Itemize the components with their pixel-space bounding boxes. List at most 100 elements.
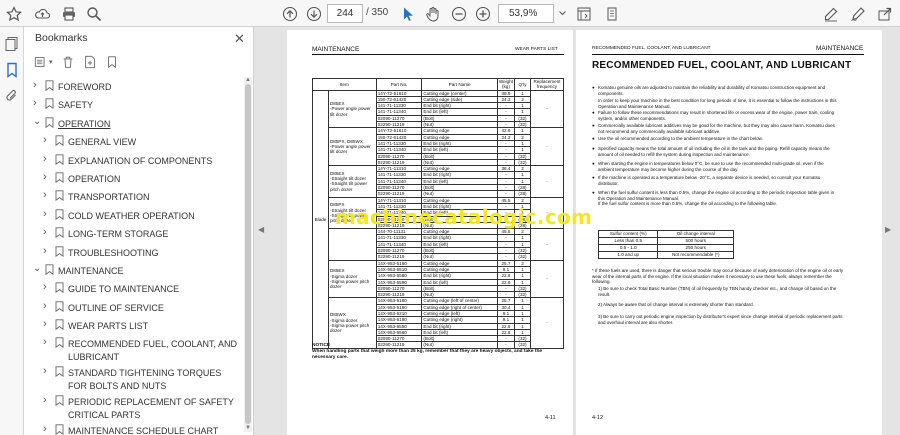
bookmark-item[interactable]: ⌄ OPERATION [24,114,242,132]
bullet-dot-icon: ● [592,161,595,166]
table-row: 0.5 - 1.0 250 hours [597,244,734,252]
bookmark-item[interactable]: ⌄ MAINTENANCE [24,261,242,279]
share-icon[interactable] [876,3,894,24]
hand-tool-icon[interactable] [424,3,442,24]
bookmark-item[interactable]: › FOREWORD [24,77,242,95]
bookmark-item[interactable]: › TROUBLESHOOTING [24,243,242,261]
collapsed-chevron-icon[interactable]: › [43,337,51,348]
bookmark-star-icon[interactable] [6,3,22,24]
close-panel-icon[interactable]: ✕ [234,31,245,47]
collapsed-chevron-icon[interactable]: › [43,366,51,377]
bookmark-icon [45,80,54,91]
collapsed-chevron-icon[interactable]: › [43,135,51,146]
page-layout-icon[interactable] [575,3,593,24]
collapsed-chevron-icon[interactable]: › [43,153,51,164]
column-header: Item [312,78,377,91]
collapsed-chevron-icon[interactable]: › [43,245,51,256]
bookmark-item[interactable]: › OUTLINE OF SERVICE [24,298,242,316]
attachments-paperclip-icon[interactable] [4,88,20,104]
right-page-section: RECOMMENDED FUEL, COOLANT, AND LUBRICANT [592,46,711,51]
collapsed-chevron-icon[interactable]: › [43,300,51,311]
upload-cloud-icon[interactable] [33,3,51,24]
bookmark-icon [45,264,54,275]
table-cell: 0.5 - 1.0 [597,244,659,252]
bookmark-item[interactable]: › GENERAL VIEW [24,132,242,150]
model-cell: D85EX -Straight tilt dozer -Straight tilt … [327,165,377,198]
bookmark-item[interactable]: › LONG-TERM STORAGE [24,224,242,242]
bookmarks-toolbar: ▾ [34,54,119,70]
bookmark-options-icon[interactable]: ▾ [34,55,53,69]
bullet-dot-icon: ● [592,146,595,151]
zoom-out-icon[interactable] [450,3,468,24]
annotate-pen-icon[interactable] [822,3,840,24]
bookmark-tag-icon[interactable] [105,55,119,69]
search-icon[interactable] [85,3,103,24]
bookmark-item[interactable]: › PERIODIC REPLACEMENT OF SAFETY CRITICAL … [24,392,242,421]
bookmark-label: SAFETY [58,100,94,111]
bookmark-label: EXPLANATION OF COMPONENTS [68,155,213,166]
right-page-header: MAINTENANCE [816,45,864,52]
sulfur-table: Sulfur content (%) Oil change interval Les… [597,230,734,259]
scroll-down-icon[interactable]: ▼ [245,425,251,431]
collapsed-chevron-icon[interactable]: › [43,227,51,238]
bookmark-item[interactable]: › EXPLANATION OF COMPONENTS [24,151,242,169]
bookmarks-panel-icon[interactable] [4,62,20,78]
new-bookmark-icon[interactable] [83,55,97,69]
frequency-cell: - [529,259,565,299]
collapsed-chevron-icon[interactable]: › [43,282,51,293]
scrollbar-thumb[interactable] [245,84,251,424]
bookmark-label: TRANSPORTATION [68,192,150,203]
zoom-in-icon[interactable] [474,3,492,24]
collapse-right-icon[interactable]: ▶ [885,225,891,234]
bookmark-item[interactable]: › GUIDE TO MAINTENANCE [24,279,242,297]
collapsed-chevron-icon[interactable]: › [43,319,51,330]
zoom-level-input[interactable]: 53,9% [498,4,554,23]
bullet-text: Commercially available lubricant additiv… [598,123,835,134]
collapse-left-icon[interactable]: ◀ [258,225,264,234]
bookmark-item[interactable]: › COLD WEATHER OPERATION [24,206,242,224]
collapsed-chevron-icon[interactable]: › [43,190,51,201]
page-thumbnails-icon[interactable] [4,36,20,52]
bookmark-item[interactable]: › OPERATION [24,169,242,187]
table-row: Less than 0.5 500 hours [597,237,734,245]
bookmark-icon [55,282,64,294]
notice-text: When handling parts that weigh more than… [312,349,543,360]
previous-page-icon[interactable] [281,3,299,24]
bookmark-icon [55,135,64,147]
bookmark-icon [55,227,64,239]
collapsed-chevron-icon[interactable]: › [43,395,51,406]
column-header: Sulfur content (%) [597,230,659,238]
bookmark-label: GENERAL VIEW [68,137,137,148]
zoom-dropdown-icon[interactable] [558,7,567,19]
bookmark-label: STANDARD TIGHTENING TORQUES FOR BOLTS AND… [68,368,222,391]
table-cell: Less than 0.5 [597,237,659,245]
bookmark-item[interactable]: › RECOMMENDED FUEL, COOLANT, AND LUBRICANT [24,334,242,363]
expanded-chevron-icon[interactable]: ⌄ [33,263,41,274]
collapsed-chevron-icon[interactable]: › [33,80,41,91]
page-number-input[interactable]: 244 [327,4,363,23]
collapsed-chevron-icon[interactable]: › [43,208,51,219]
bullet-dot-icon: ● [592,85,595,90]
collapsed-chevron-icon[interactable]: › [33,98,41,109]
scroll-mode-icon[interactable] [603,3,621,24]
print-icon[interactable] [60,3,78,24]
sign-pen-icon[interactable] [849,3,867,24]
bookmark-item[interactable]: › MAINTENANCE SCHEDULE CHART [24,421,242,435]
bookmark-icon [55,245,64,257]
delete-bookmark-icon[interactable] [61,55,75,69]
bookmark-item[interactable]: › TRANSPORTATION [24,187,242,205]
bullet-dot-icon: ● [592,136,595,141]
bookmark-item[interactable]: › WEAR PARTS LIST [24,316,242,334]
collapsed-chevron-icon[interactable]: › [43,171,51,182]
expanded-chevron-icon[interactable]: ⌄ [33,116,41,127]
bullet-text: In order to keep your machine in the bes… [598,98,837,109]
collapsed-chevron-icon[interactable]: › [43,424,51,435]
bookmark-item[interactable]: › SAFETY [24,95,242,113]
select-cursor-icon[interactable] [400,3,416,24]
page-total: / 350 [366,7,389,18]
frequency-cell: - [529,89,565,129]
next-page-icon[interactable] [305,3,323,24]
bookmark-label: GUIDE TO MAINTENANCE [68,284,180,295]
bookmark-item[interactable]: › STANDARD TIGHTENING TORQUES FOR BOLTS AN… [24,363,242,392]
scroll-up-icon[interactable]: ▲ [245,77,251,83]
